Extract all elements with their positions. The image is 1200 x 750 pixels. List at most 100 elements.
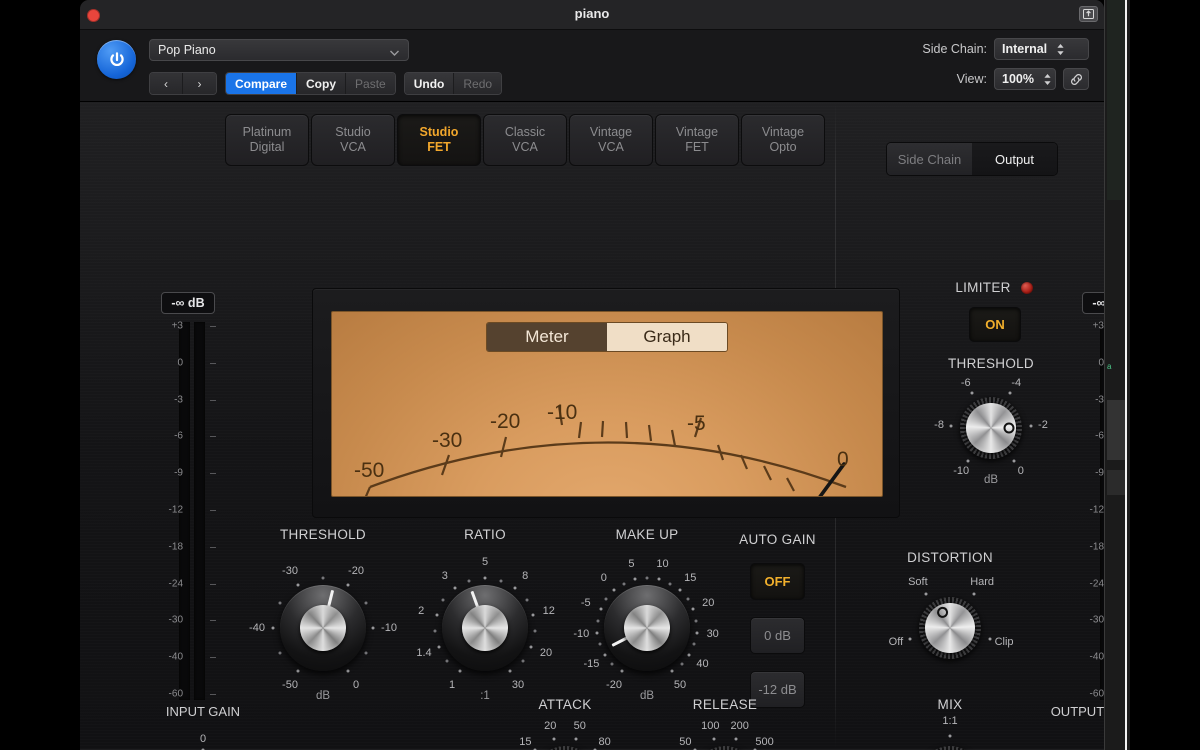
- ratio-scale-label: 2: [418, 604, 425, 617]
- input-db-readout[interactable]: -∞ dB: [161, 292, 215, 314]
- distortion-knob[interactable]: [919, 597, 981, 659]
- vu-meter-face[interactable]: -50 -30 -20 -10 -5 0 Meter Graph: [331, 311, 883, 497]
- ratio-scale-dot-minor: [499, 579, 503, 583]
- toggle-graph[interactable]: Graph: [607, 323, 727, 351]
- model-tab-line2: FET: [427, 140, 451, 154]
- input-meter-tick-mark: [210, 473, 216, 475]
- limiter-threshold-scale-dot: [1029, 424, 1033, 428]
- threshold-scale-dot-minor: [278, 601, 282, 605]
- model-tab-vintage-fet[interactable]: Vintage FET: [655, 114, 739, 166]
- redo-button[interactable]: Redo: [454, 73, 502, 94]
- limiter-threshold-scale-dot: [949, 424, 953, 428]
- release-knob[interactable]: [694, 746, 756, 750]
- copy-button[interactable]: Copy: [297, 73, 347, 94]
- distortion-scale-label: Off: [888, 636, 904, 649]
- input-meter-tick-label: -18: [168, 541, 183, 553]
- svg-text:-30: -30: [432, 429, 462, 452]
- ratio-scale-dot: [508, 669, 512, 673]
- ratio-knob[interactable]: [442, 585, 528, 671]
- distortion-scale-dot: [972, 592, 976, 596]
- preset-next-button[interactable]: ›: [183, 73, 216, 94]
- input-meter-tick-label: -24: [168, 578, 183, 590]
- output-meter-tick-label: -3: [1095, 394, 1104, 406]
- makeup-scale-dot: [612, 588, 616, 592]
- makeup-scale-dot: [603, 653, 607, 657]
- threshold-knob-group: THRESHOLD -50 -40 -30 -20 -10 0 dB: [243, 527, 403, 702]
- plugin-window: piano Pop Piano ‹ › Compare Copy Paste U…: [80, 0, 1104, 750]
- limiter-header: LIMITER: [870, 280, 1104, 295]
- vu-meter-panel: -50 -30 -20 -10 -5 0 Meter Graph: [312, 288, 900, 518]
- limiter-threshold-title: THRESHOLD: [948, 356, 1034, 371]
- bg-green-text: a: [1107, 362, 1111, 371]
- makeup-scale-dot-minor: [680, 662, 683, 666]
- mix-knob[interactable]: [919, 746, 981, 750]
- makeup-scale-dot: [687, 653, 691, 657]
- tab-side-chain[interactable]: Side Chain: [887, 143, 972, 175]
- side-chain-select[interactable]: Internal: [994, 38, 1089, 60]
- threshold-scale-dot: [346, 669, 350, 673]
- model-tab-line2: VCA: [340, 140, 366, 154]
- ratio-scale-dot: [529, 645, 533, 649]
- ratio-scale-dot-minor: [533, 629, 537, 633]
- input-meter-tick-label: +3: [171, 320, 183, 332]
- side-chain-label: Side Chain:: [922, 42, 987, 56]
- undo-button[interactable]: Undo: [404, 73, 455, 94]
- model-tab-platinum-digital[interactable]: Platinum Digital: [225, 114, 309, 166]
- mix-scale-dot: [948, 734, 952, 738]
- compare-button[interactable]: Compare: [226, 73, 298, 94]
- model-tab-studio-vca[interactable]: Studio VCA: [311, 114, 395, 166]
- model-tab-line1: Classic: [504, 125, 546, 139]
- preset-prev-button[interactable]: ‹: [150, 73, 183, 94]
- model-tab-vintage-opto[interactable]: Vintage Opto: [741, 114, 825, 166]
- model-tab-studio-fet[interactable]: Studio FET: [397, 114, 481, 166]
- makeup-knob[interactable]: [604, 585, 690, 671]
- toggle-meter[interactable]: Meter: [487, 323, 607, 351]
- background-window-sliver: a: [1104, 0, 1130, 750]
- output-meter-scale: +3 0 -3 -6 -9 -12 -18 -24 -30 -40 -60: [1064, 321, 1104, 700]
- input-meter-tick-mark: [210, 326, 216, 327]
- paste-button[interactable]: Paste: [346, 73, 395, 94]
- view-label: View:: [956, 72, 987, 86]
- header-button-row: ‹ › Compare Copy Paste Undo Redo: [149, 72, 503, 95]
- threshold-knob[interactable]: [280, 585, 366, 671]
- preset-select[interactable]: Pop Piano: [149, 39, 409, 61]
- model-tab-classic-vca[interactable]: Classic VCA: [483, 114, 567, 166]
- limiter-on-button[interactable]: ON: [969, 307, 1021, 342]
- threshold-scale-dot: [271, 626, 275, 630]
- expand-icon[interactable]: [1079, 6, 1098, 22]
- attack-scale-label: 20: [544, 720, 557, 733]
- input-meter-tick-mark: [210, 546, 216, 548]
- auto-gain-button-0-db[interactable]: 0 dB: [750, 617, 805, 654]
- limiter-threshold-unit: dB: [983, 474, 999, 486]
- makeup-scale-dot-minor: [622, 582, 626, 586]
- model-tab-line2: VCA: [598, 140, 624, 154]
- auto-gain-buttons: OFF 0 dB -12 dB: [720, 563, 835, 708]
- ratio-scale-dot: [513, 586, 517, 590]
- input-meter-tick-label: -9: [174, 467, 183, 479]
- release-scale-label: 500: [755, 735, 774, 748]
- power-icon: [109, 51, 124, 66]
- view-zoom-select[interactable]: 100%: [994, 68, 1056, 90]
- sidechain-output-tabs: Side Chain Output: [886, 142, 1058, 176]
- input-meter-tick-mark: [210, 510, 216, 511]
- makeup-scale-dot: [670, 669, 674, 673]
- power-button[interactable]: [97, 40, 136, 79]
- output-db-readout[interactable]: -∞ dB: [1082, 292, 1104, 314]
- ratio-scale-dot: [531, 613, 535, 617]
- svg-text:0: 0: [837, 448, 849, 471]
- release-scale-label: 100: [701, 720, 720, 733]
- limiter-threshold-knob[interactable]: [960, 397, 1022, 459]
- input-meter-tick-mark: [210, 583, 216, 585]
- auto-gain-button-off[interactable]: OFF: [750, 563, 805, 600]
- attack-knob[interactable]: [534, 746, 596, 750]
- link-button[interactable]: [1063, 68, 1089, 90]
- ratio-scale-dot: [453, 586, 457, 590]
- limiter-threshold-scale-label: -2: [1038, 419, 1048, 432]
- preset-nav-group: ‹ ›: [149, 72, 217, 95]
- tab-output[interactable]: Output: [972, 143, 1057, 175]
- threshold-knob-cap: [300, 605, 346, 651]
- view-row: View: 100%: [957, 68, 1089, 90]
- model-tab-vintage-vca[interactable]: Vintage VCA: [569, 114, 653, 166]
- threshold-scale-dot: [296, 583, 300, 587]
- output-meter-tick-label: -12: [1089, 504, 1104, 516]
